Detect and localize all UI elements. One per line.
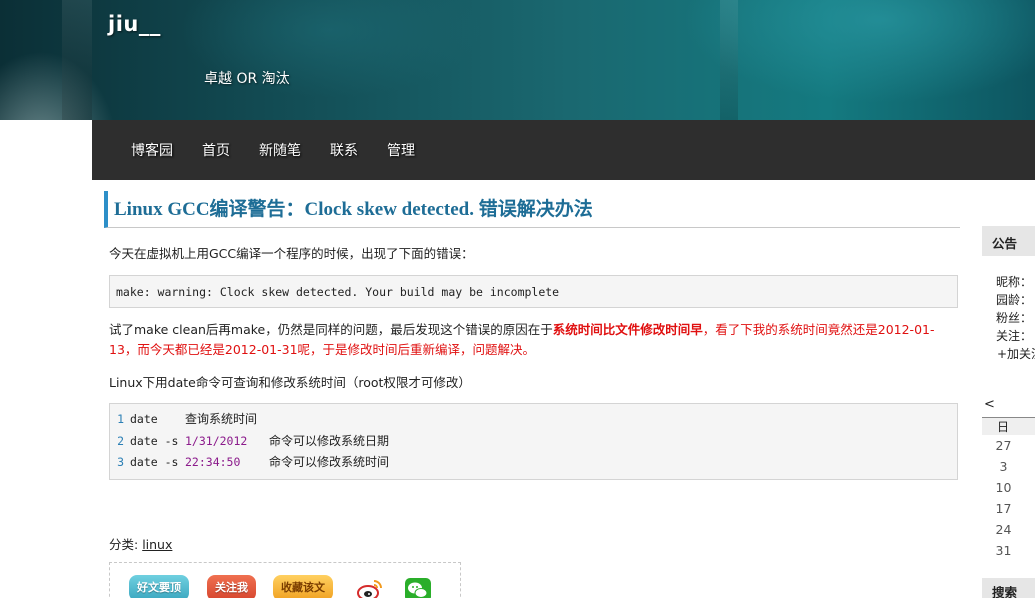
profile-following: 关注： [996, 329, 1033, 343]
blog-header-banner: jiu__ 卓越 OR 淘汰 [0, 0, 1035, 120]
code-argument: 1/31/2012 [185, 433, 248, 448]
category-label: 分类: [109, 537, 143, 552]
calendar-prev-month[interactable]: < [984, 397, 995, 412]
search-header: 搜索 [982, 578, 1035, 598]
weibo-icon[interactable] [357, 578, 383, 598]
line-number: 1 [117, 412, 124, 426]
line-number: 3 [117, 455, 124, 469]
site-title[interactable]: jiu__ [108, 12, 161, 36]
sidebar: 公告 昵称： 园龄： 粉丝： 关注： +加关注 < 日 27 3 10 17 2… [982, 180, 1035, 598]
date-intro: Linux下用date命令可查询和修改系统时间（root权限才可修改） [109, 375, 471, 390]
code-command: date [130, 412, 158, 426]
profile-age: 园龄： [996, 293, 1033, 307]
nav-item-contact[interactable]: 联系 [330, 140, 358, 160]
nav-bar: 博客园 首页 新随笔 联系 管理 [92, 120, 1035, 180]
recommend-button[interactable]: 好文要顶 [129, 575, 189, 598]
wechat-icon[interactable] [405, 578, 431, 598]
nav-item-new-post[interactable]: 新随笔 [259, 140, 301, 160]
calendar-day[interactable]: 3 [982, 456, 1025, 477]
calendar: 日 27 3 10 17 24 31 [982, 417, 1035, 561]
nav-item-admin[interactable]: 管理 [387, 140, 415, 160]
notice-header: 公告 [982, 226, 1035, 256]
follow-button[interactable]: 关注我 [207, 575, 256, 598]
post-category: 分类: linux [109, 534, 172, 553]
profile-fans: 粉丝： [996, 311, 1033, 325]
calendar-day[interactable]: 10 [982, 477, 1025, 498]
share-box: 好文要顶 关注我 收藏该文 [109, 562, 461, 598]
explanation-text: 试了make clean后再make，仍然是同样的问题，最后发现这个错误的原因在… [109, 322, 553, 337]
code-argument: 22:34:50 [185, 455, 241, 469]
calendar-day[interactable]: 27 [982, 435, 1025, 456]
post-intro: 今天在虚拟机上用GCC编译一个程序的时候，出现了下面的错误： [109, 246, 474, 261]
code-line: 3 date -s 22:34:50 命令可以修改系统时间 [110, 452, 957, 474]
add-follow-link[interactable]: +加关注 [997, 345, 1035, 362]
banner-decoration [720, 0, 738, 120]
post-content: Linux GCC编译警告：Clock skew detected. 错误解决办… [92, 180, 972, 598]
code-command: date -s [130, 433, 179, 448]
code-line: 2 date -s 1/31/2012 命令可以修改系统日期 [110, 431, 957, 453]
site-subtitle: 卓越 OR 淘汰 [204, 71, 290, 87]
post-title[interactable]: Linux GCC编译警告：Clock skew detected. 错误解决办… [104, 191, 960, 228]
error-code-block: make: warning: Clock skew detected. Your… [109, 275, 958, 308]
post-explanation: 试了make clean后再make，仍然是同样的问题，最后发现这个错误的原因在… [109, 320, 959, 360]
code-comment: 查询系统时间 [185, 412, 258, 426]
calendar-day[interactable]: 24 [982, 519, 1025, 540]
date-code-block: 1 date 查询系统时间 2 date -s 1/31/2012 命令可以修改… [109, 403, 958, 480]
code-comment: 命令可以修改系统日期 [269, 433, 390, 448]
favorite-button[interactable]: 收藏该文 [273, 575, 333, 598]
calendar-day[interactable]: 31 [982, 540, 1025, 561]
calendar-day[interactable]: 17 [982, 498, 1025, 519]
calendar-day-header: 日 [982, 417, 1035, 435]
banner-decoration [62, 0, 92, 120]
code-line: 1 date 查询系统时间 [110, 409, 957, 431]
nav-item-cnblogs[interactable]: 博客园 [131, 140, 173, 160]
line-number: 2 [117, 433, 124, 448]
profile-nickname: 昵称： [996, 275, 1033, 289]
explanation-bold: 系统时间比文件修改时间早 [552, 322, 703, 337]
category-link[interactable]: linux [142, 537, 172, 552]
code-command: date -s [130, 455, 179, 469]
nav-item-home[interactable]: 首页 [202, 140, 230, 160]
code-comment: 命令可以修改系统时间 [269, 455, 390, 469]
